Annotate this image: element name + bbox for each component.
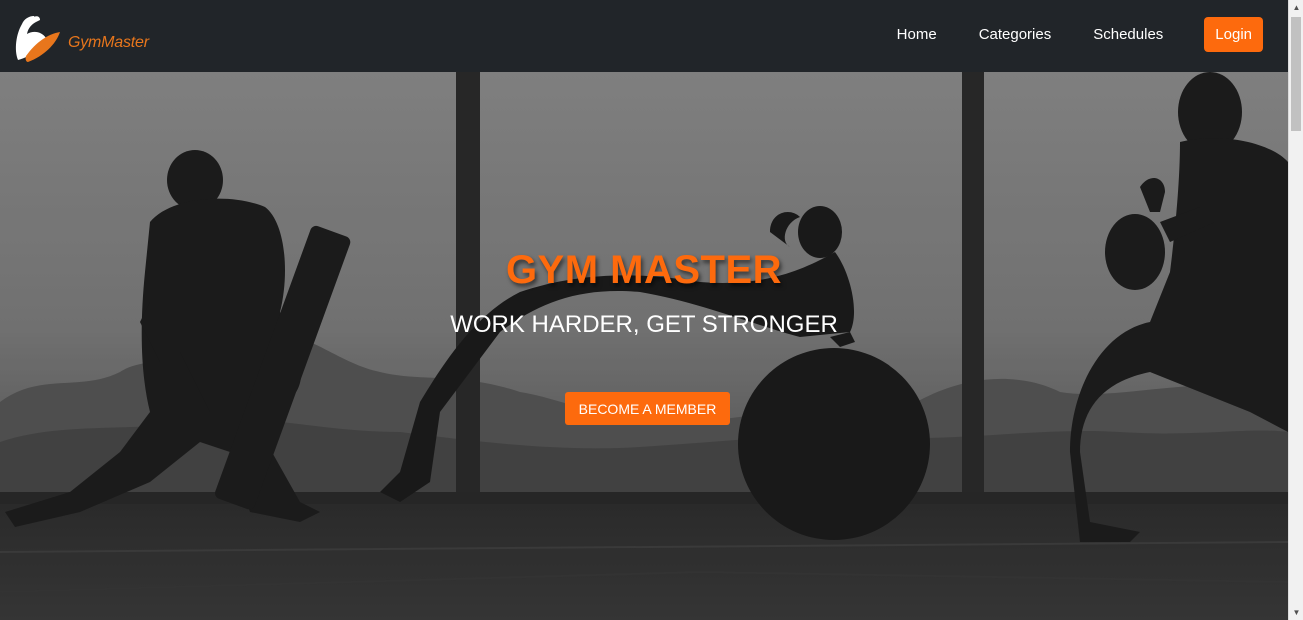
- hero-section: GYM MASTER WORK HARDER, GET STRONGER BEC…: [0, 72, 1288, 620]
- nav-links: Home Categories Schedules Login: [876, 17, 1263, 52]
- hero-content: GYM MASTER WORK HARDER, GET STRONGER BEC…: [0, 72, 1288, 620]
- brand-logo-link[interactable]: GymMaster: [12, 12, 149, 64]
- arrow-down-icon[interactable]: ▼: [1289, 605, 1303, 620]
- hero-title: GYM MASTER: [505, 248, 783, 292]
- page-scrollbar[interactable]: ▲ ▼: [1288, 0, 1303, 620]
- flexed-arm-icon: [12, 12, 64, 64]
- login-button[interactable]: Login: [1204, 17, 1263, 52]
- scroll-thumb[interactable]: [1291, 17, 1301, 131]
- become-member-button[interactable]: BECOME A MEMBER: [565, 392, 730, 425]
- hero-subtitle: WORK HARDER, GET STRONGER: [450, 311, 838, 338]
- nav-home[interactable]: Home: [876, 17, 958, 52]
- brand-name: GymMaster: [68, 34, 149, 51]
- nav-schedules[interactable]: Schedules: [1072, 17, 1184, 52]
- navbar: GymMaster Home Categories Schedules Logi…: [0, 0, 1288, 72]
- nav-categories[interactable]: Categories: [958, 17, 1073, 52]
- arrow-up-icon[interactable]: ▲: [1289, 0, 1303, 15]
- page: GymMaster Home Categories Schedules Logi…: [0, 0, 1303, 620]
